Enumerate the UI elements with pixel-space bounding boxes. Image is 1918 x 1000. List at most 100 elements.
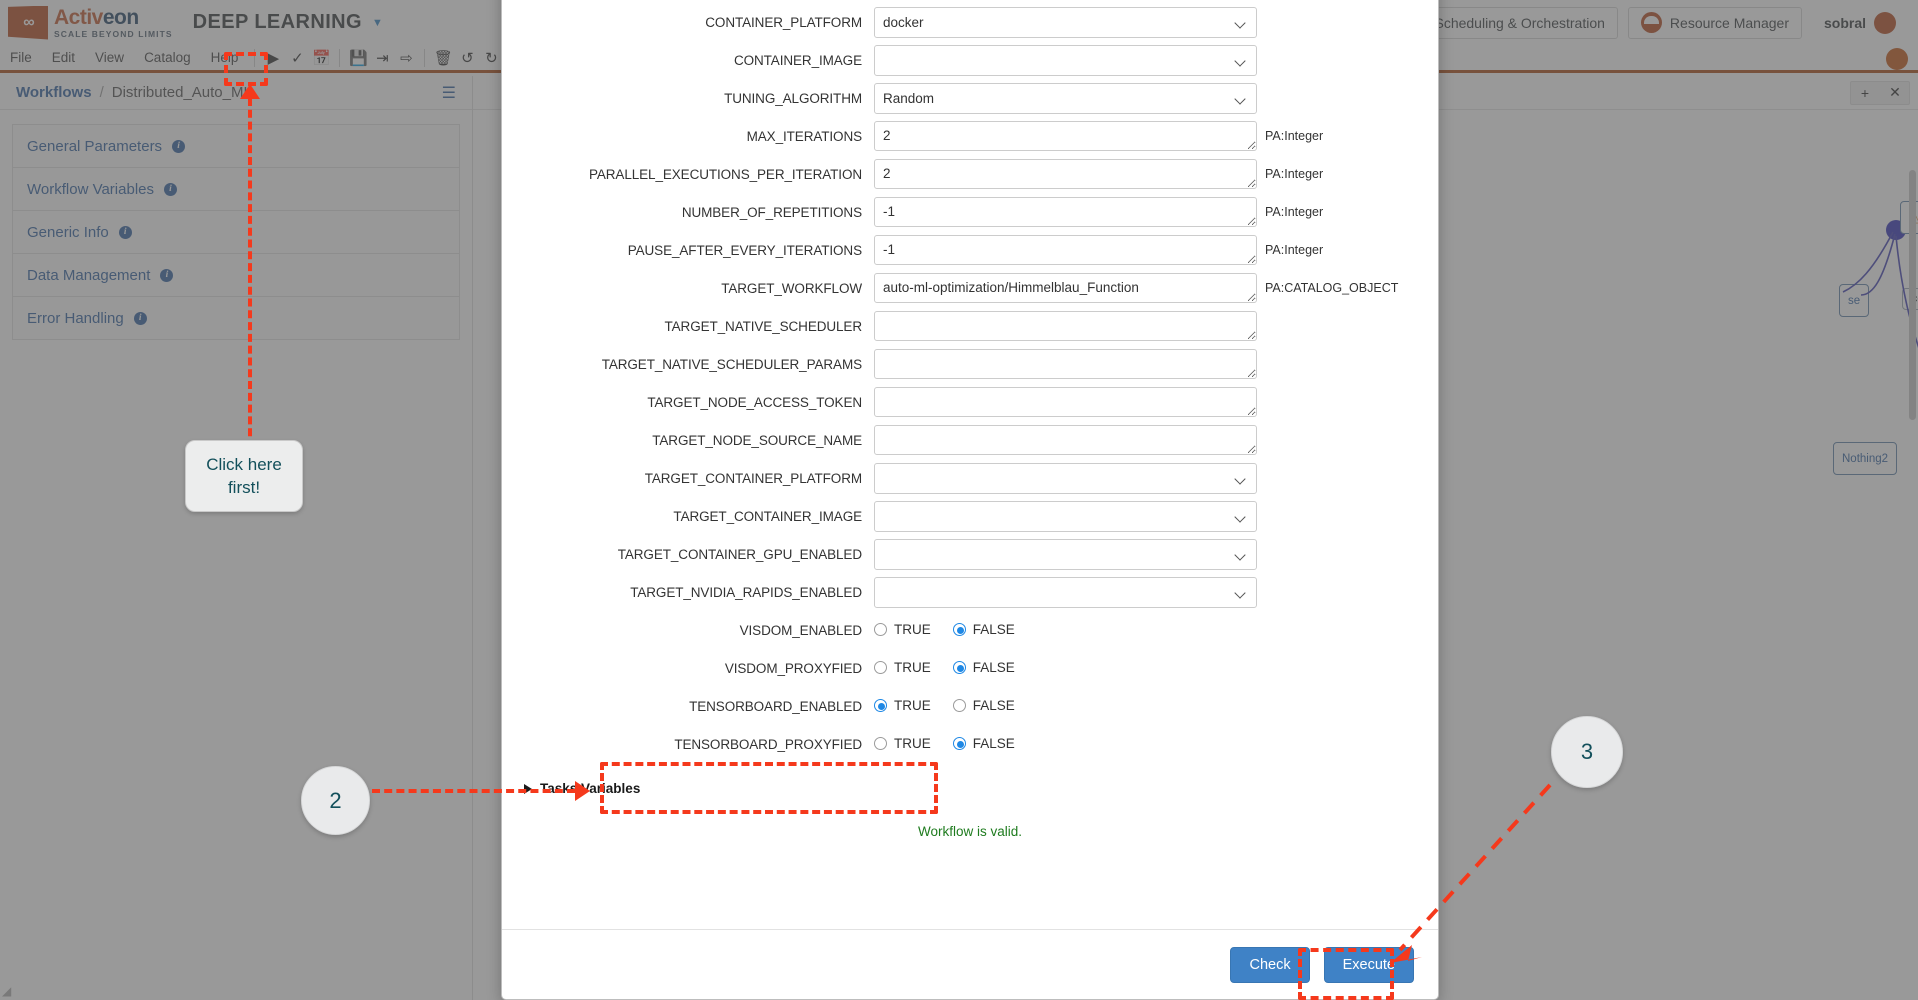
annotation-arrow-up: [240, 84, 260, 99]
radio-option[interactable]: TRUE: [874, 622, 931, 637]
radio-option[interactable]: FALSE: [952, 736, 1015, 751]
radio-option[interactable]: TRUE: [874, 698, 931, 713]
form-row: NODE_SOURCE_NAME: [524, 0, 1416, 7]
select-target-container-platform[interactable]: [874, 463, 1257, 494]
form-row: TENSORBOARD_ENABLED TRUE FALSE: [524, 691, 1416, 729]
select-wrapper: [874, 463, 1257, 494]
input-target-node-access-token[interactable]: [874, 387, 1257, 417]
field-label: TARGET_NODE_SOURCE_NAME: [652, 433, 862, 448]
radio-label: FALSE: [972, 698, 1015, 713]
field-control: [874, 577, 1257, 608]
input-max-iterations[interactable]: [874, 121, 1257, 151]
input-number-of-repetitions[interactable]: [874, 197, 1257, 227]
radio-button[interactable]: [952, 699, 966, 712]
form-row: TUNING_ALGORITHM Random: [524, 83, 1416, 121]
form-row: MAX_ITERATIONS PA:Integer: [524, 121, 1416, 159]
field-label: CONTAINER_PLATFORM: [705, 15, 862, 30]
radio-button[interactable]: [952, 661, 966, 674]
radio-option[interactable]: FALSE: [952, 622, 1015, 637]
field-label: TUNING_ALGORITHM: [724, 91, 862, 106]
select-wrapper: Random: [874, 83, 1257, 114]
field-control: [874, 0, 1257, 4]
field-type-hint: PA:Integer: [1265, 243, 1324, 257]
field-type-hint: PA:Integer: [1265, 205, 1324, 219]
input-pause-after-every-iterations[interactable]: [874, 235, 1257, 265]
field-control: [874, 387, 1257, 422]
field-control: Random: [874, 83, 1257, 114]
form-row: TARGET_NATIVE_SCHEDULER_PARAMS: [524, 349, 1416, 387]
field-label: CONTAINER_IMAGE: [733, 53, 862, 68]
annotation-box-execute-button: [1298, 948, 1394, 1000]
radio-option[interactable]: FALSE: [952, 660, 1015, 675]
select-container-platform[interactable]: docker: [874, 7, 1257, 38]
select-target-nvidia-rapids-enabled[interactable]: [874, 577, 1257, 608]
input-parallel-executions-per-iteration[interactable]: [874, 159, 1257, 189]
radio-group-tensorboard-proxyfied: TRUE FALSE: [874, 729, 1257, 751]
radio-button[interactable]: [952, 737, 966, 750]
form-row: VISDOM_PROXYFIED TRUE FALSE: [524, 653, 1416, 691]
field-label: VISDOM_ENABLED: [739, 623, 862, 638]
field-label: NUMBER_OF_REPETITIONS: [681, 205, 862, 220]
field-type-hint: PA:Integer: [1265, 167, 1324, 181]
field-control: [874, 311, 1257, 346]
field-control: TRUE FALSE: [874, 729, 1257, 751]
radio-button[interactable]: [874, 623, 887, 636]
form-row: TARGET_NODE_ACCESS_TOKEN: [524, 387, 1416, 425]
radio-label: TRUE: [894, 736, 931, 751]
select-target-container-gpu-enabled[interactable]: [874, 539, 1257, 570]
radio-button[interactable]: [874, 661, 887, 674]
field-control: [874, 463, 1257, 494]
select-target-container-image[interactable]: [874, 501, 1257, 532]
form-row: PAUSE_AFTER_EVERY_ITERATIONS PA:Integer: [524, 235, 1416, 273]
field-label: TARGET_NODE_ACCESS_TOKEN: [647, 395, 862, 410]
field-label: PAUSE_AFTER_EVERY_ITERATIONS: [627, 243, 862, 258]
annotation-arrow-right: [575, 781, 590, 801]
field-label: VISDOM_PROXYFIED: [724, 661, 862, 676]
field-control: [874, 197, 1257, 232]
field-label: TARGET_CONTAINER_IMAGE: [673, 509, 862, 524]
field-control: [874, 159, 1257, 194]
form-row: TARGET_CONTAINER_GPU_ENABLED: [524, 539, 1416, 577]
select-wrapper: [874, 539, 1257, 570]
radio-button[interactable]: [874, 737, 887, 750]
radio-option[interactable]: TRUE: [874, 736, 931, 751]
radio-group-visdom-proxyfied: TRUE FALSE: [874, 653, 1257, 675]
radio-label: TRUE: [894, 698, 931, 713]
select-tuning-algorithm[interactable]: Random: [874, 83, 1257, 114]
form-row: TARGET_NODE_SOURCE_NAME: [524, 425, 1416, 463]
field-control: [874, 235, 1257, 270]
field-control: [874, 121, 1257, 156]
field-control: [874, 501, 1257, 532]
radio-button[interactable]: [952, 623, 966, 636]
radio-label: FALSE: [972, 622, 1015, 637]
field-label: TARGET_CONTAINER_GPU_ENABLED: [617, 547, 862, 562]
field-type-hint: PA:Integer: [1265, 129, 1324, 143]
select-container-image[interactable]: [874, 45, 1257, 76]
field-control: [874, 349, 1257, 384]
select-wrapper: [874, 501, 1257, 532]
field-control: TRUE FALSE: [874, 691, 1257, 713]
field-control: [874, 539, 1257, 570]
input-target-native-scheduler-params[interactable]: [874, 349, 1257, 379]
form-row: CONTAINER_PLATFORM docker: [524, 7, 1416, 45]
field-label: TARGET_NVIDIA_RAPIDS_ENABLED: [630, 585, 862, 600]
form-row: NUMBER_OF_REPETITIONS PA:Integer: [524, 197, 1416, 235]
form-row: TARGET_CONTAINER_PLATFORM: [524, 463, 1416, 501]
input-target-node-source-name[interactable]: [874, 425, 1257, 455]
radio-button[interactable]: [874, 699, 887, 712]
form-row: TARGET_WORKFLOW PA:CATALOG_OBJECT: [524, 273, 1416, 311]
field-type-hint: PA:CATALOG_OBJECT: [1265, 281, 1399, 295]
radio-group-tensorboard-enabled: TRUE FALSE: [874, 691, 1257, 713]
input-target-native-scheduler[interactable]: [874, 311, 1257, 341]
form-row: TARGET_NATIVE_SCHEDULER: [524, 311, 1416, 349]
radio-option[interactable]: TRUE: [874, 660, 931, 675]
callout-line-2: first!: [227, 478, 261, 497]
form-row: CONTAINER_IMAGE: [524, 45, 1416, 83]
radio-label: FALSE: [972, 660, 1015, 675]
form-row: PARALLEL_EXECUTIONS_PER_ITERATION PA:Inte…: [524, 159, 1416, 197]
validation-message: Workflow is valid.: [917, 824, 1023, 839]
radio-option[interactable]: FALSE: [952, 698, 1015, 713]
input-target-workflow[interactable]: [874, 273, 1257, 303]
form-row: TARGET_NVIDIA_RAPIDS_ENABLED: [524, 577, 1416, 615]
radio-label: TRUE: [894, 622, 931, 637]
